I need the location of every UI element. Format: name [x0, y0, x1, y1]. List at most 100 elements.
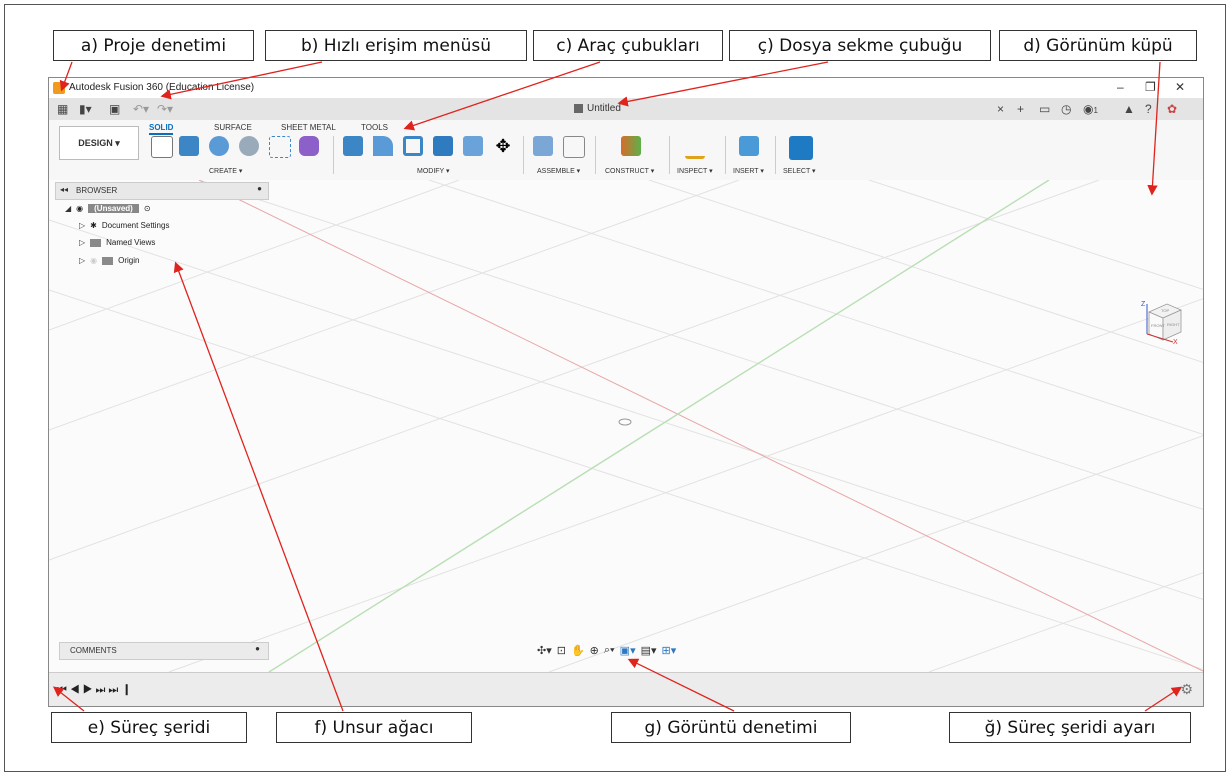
job-status-icon[interactable]: ◷: [1061, 102, 1071, 116]
tree-item-named-views[interactable]: ▷ Named Views: [79, 238, 155, 247]
tree-root-row[interactable]: ◢ ◉ (Unsaved) ⊙: [65, 204, 151, 213]
pan-hand-icon[interactable]: ✋: [571, 644, 585, 657]
viewports-icon[interactable]: ⊞▾: [662, 644, 677, 657]
undo-icon[interactable]: ↶▾: [133, 102, 149, 116]
workspace-switcher-button[interactable]: DESIGN ▾: [59, 126, 139, 160]
restore-icon[interactable]: ❐: [1145, 80, 1156, 94]
ribbon-separator: [333, 136, 334, 174]
timeline-settings-gear-icon[interactable]: ⚙: [1180, 681, 1193, 698]
tab-solid[interactable]: SOLID: [149, 123, 174, 135]
look-at-icon[interactable]: ⊡: [557, 644, 566, 657]
fillet-icon[interactable]: [373, 136, 393, 156]
grid-settings-icon[interactable]: ▤▾: [641, 644, 657, 657]
new-component-icon[interactable]: [533, 136, 553, 156]
select-group-label[interactable]: SELECT ▾: [783, 167, 816, 175]
expand-icon[interactable]: ▷: [79, 238, 85, 247]
combine-icon[interactable]: [433, 136, 453, 156]
tree-item-label: Document Settings: [101, 221, 170, 230]
select-icon[interactable]: [789, 136, 813, 160]
close-icon[interactable]: ✕: [1175, 80, 1185, 94]
revolve-icon[interactable]: [209, 136, 229, 156]
online-status-icon[interactable]: ◉1: [1083, 102, 1098, 116]
create-group-label[interactable]: CREATE ▾: [209, 167, 242, 175]
label-quick-access: b) Hızlı erişim menüsü: [265, 30, 527, 61]
file-menu-icon[interactable]: ▮▾: [79, 102, 92, 116]
tree-item-label: Named Views: [106, 238, 156, 247]
redo-icon[interactable]: ↷▾: [157, 102, 173, 116]
visibility-eye-icon[interactable]: ◉: [90, 256, 97, 265]
label-timeline: e) Süreç şeridi: [51, 712, 247, 743]
hole-icon[interactable]: [239, 136, 259, 156]
expand-icon[interactable]: ▷: [79, 256, 85, 265]
visibility-eye-icon[interactable]: ◉: [76, 204, 83, 213]
assemble-group-label[interactable]: ASSEMBLE ▾: [537, 167, 580, 175]
viewcube-right-label: RIGHT: [1167, 322, 1180, 327]
label-view-cube: d) Görünüm küpü: [999, 30, 1197, 61]
tab-surface[interactable]: SURFACE: [214, 123, 252, 132]
browser-panel-header[interactable]: ◂◂ BROWSER ●: [55, 182, 269, 200]
help-icon[interactable]: ?: [1145, 102, 1152, 116]
ribbon-separator: [775, 136, 776, 174]
activate-radio-icon[interactable]: ⊙: [144, 204, 151, 213]
tab-sheet-metal[interactable]: SHEET METAL: [281, 123, 336, 132]
view-cube[interactable]: Z X TOP FRONT RIGHT: [1137, 298, 1183, 344]
tab-close-icon[interactable]: ×: [997, 102, 1004, 116]
job-count: 1: [1093, 106, 1098, 115]
orbit-icon[interactable]: ✣▾: [537, 644, 552, 657]
insert-image-icon[interactable]: [739, 136, 759, 156]
minimize-icon[interactable]: –: [1117, 80, 1124, 94]
display-settings-icon[interactable]: ▣▾: [620, 644, 636, 657]
gear-icon: ✱: [90, 221, 97, 230]
document-cube-icon: [574, 104, 583, 113]
label-project-control: a) Proje denetimi: [53, 30, 254, 61]
measure-icon[interactable]: [685, 146, 705, 159]
viewcube-x-label: X: [1173, 339, 1178, 344]
document-tab[interactable]: Untitled: [574, 103, 621, 114]
fusion-app-window: Autodesk Fusion 360 (Education License) …: [48, 77, 1204, 707]
tree-item-document-settings[interactable]: ▷ ✱ Document Settings: [79, 221, 169, 230]
insert-group-label[interactable]: INSERT ▾: [733, 167, 764, 175]
expand-icon[interactable]: ▷: [79, 221, 85, 230]
ribbon-toolbar: DESIGN ▾ SOLID SURFACE SHEET METAL TOOLS…: [49, 120, 1203, 181]
create-sketch-icon[interactable]: [151, 136, 173, 158]
shell-icon[interactable]: [403, 136, 423, 156]
comments-add-icon[interactable]: ●: [255, 644, 260, 653]
extensions-icon[interactable]: ▭: [1039, 102, 1050, 116]
notifications-icon[interactable]: ▲: [1123, 102, 1135, 116]
timeline-playback-controls[interactable]: ⏮◀▶⏭⏭┃: [57, 684, 135, 697]
zoom-window-icon[interactable]: ⌕▾: [604, 644, 615, 657]
comments-panel-header[interactable]: COMMENTS ●: [59, 642, 269, 660]
label-file-tab-bar: ç) Dosya sekme çubuğu: [729, 30, 991, 61]
browser-pin-icon[interactable]: ●: [257, 184, 262, 193]
collapse-browser-icon[interactable]: ◂◂: [60, 185, 68, 194]
ribbon-separator: [595, 136, 596, 174]
data-panel-grid-icon[interactable]: ▦: [57, 102, 68, 116]
split-body-icon[interactable]: [463, 136, 483, 156]
modify-group-label[interactable]: MODIFY ▾: [417, 167, 450, 175]
user-avatar-icon[interactable]: ✿: [1167, 102, 1177, 116]
ground-grid: [49, 180, 1203, 672]
new-tab-icon[interactable]: +: [1017, 102, 1024, 116]
tree-item-origin[interactable]: ▷ ◉ Origin: [79, 256, 139, 265]
offset-plane-icon[interactable]: [621, 136, 641, 156]
expand-icon[interactable]: ◢: [65, 204, 71, 213]
label-toolbars: c) Araç çubukları: [533, 30, 723, 61]
root-component-label: (Unsaved): [88, 204, 139, 213]
viewcube-top-label: TOP: [1161, 308, 1169, 313]
save-icon[interactable]: ▣: [109, 102, 120, 116]
construct-group-label[interactable]: CONSTRUCT ▾: [605, 167, 654, 175]
tab-tools[interactable]: TOOLS: [361, 123, 388, 132]
browser-title: BROWSER: [76, 186, 118, 195]
pattern-icon[interactable]: [269, 136, 291, 158]
extrude-icon[interactable]: [179, 136, 199, 156]
timeline-bar: ⏮◀▶⏭⏭┃ ⚙: [49, 672, 1203, 706]
inspect-group-label[interactable]: INSPECT ▾: [677, 167, 713, 175]
move-icon[interactable]: ✥: [493, 136, 513, 156]
tree-item-label: Origin: [118, 256, 140, 265]
origin-marker: [618, 418, 632, 426]
press-pull-icon[interactable]: [343, 136, 363, 156]
create-form-icon[interactable]: [299, 136, 319, 156]
3d-canvas[interactable]: Z X TOP FRONT RIGHT: [49, 180, 1203, 672]
joint-icon[interactable]: [563, 136, 585, 158]
zoom-icon[interactable]: ⊕: [590, 644, 599, 657]
